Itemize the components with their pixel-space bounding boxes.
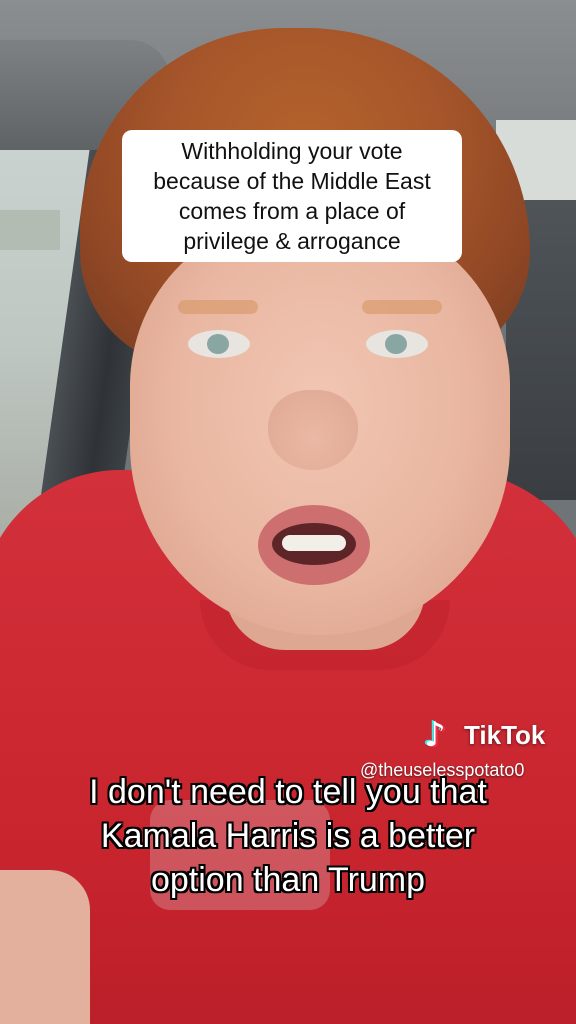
top-caption-text: Withholding your vote because of the Mid… (153, 138, 431, 254)
tiktok-watermark: ♪ ♪ ♪ TikTok (422, 714, 546, 756)
person-mouth (258, 505, 370, 585)
person-nose (268, 390, 358, 470)
tiktok-brand-text: TikTok (464, 719, 546, 750)
bottom-caption-text: I don't need to tell you that Kamala Har… (89, 773, 487, 899)
video-frame[interactable]: Withholding your vote because of the Mid… (0, 0, 576, 1024)
tiktok-note-icon: ♪ ♪ ♪ (422, 714, 448, 756)
eye-left (188, 330, 250, 358)
bottom-caption: I don't need to tell you that Kamala Har… (0, 770, 576, 902)
top-caption-box: Withholding your vote because of the Mid… (122, 130, 462, 262)
eyebrow-right (362, 300, 442, 314)
eyebrow-left (178, 300, 258, 314)
eye-right (366, 330, 428, 358)
